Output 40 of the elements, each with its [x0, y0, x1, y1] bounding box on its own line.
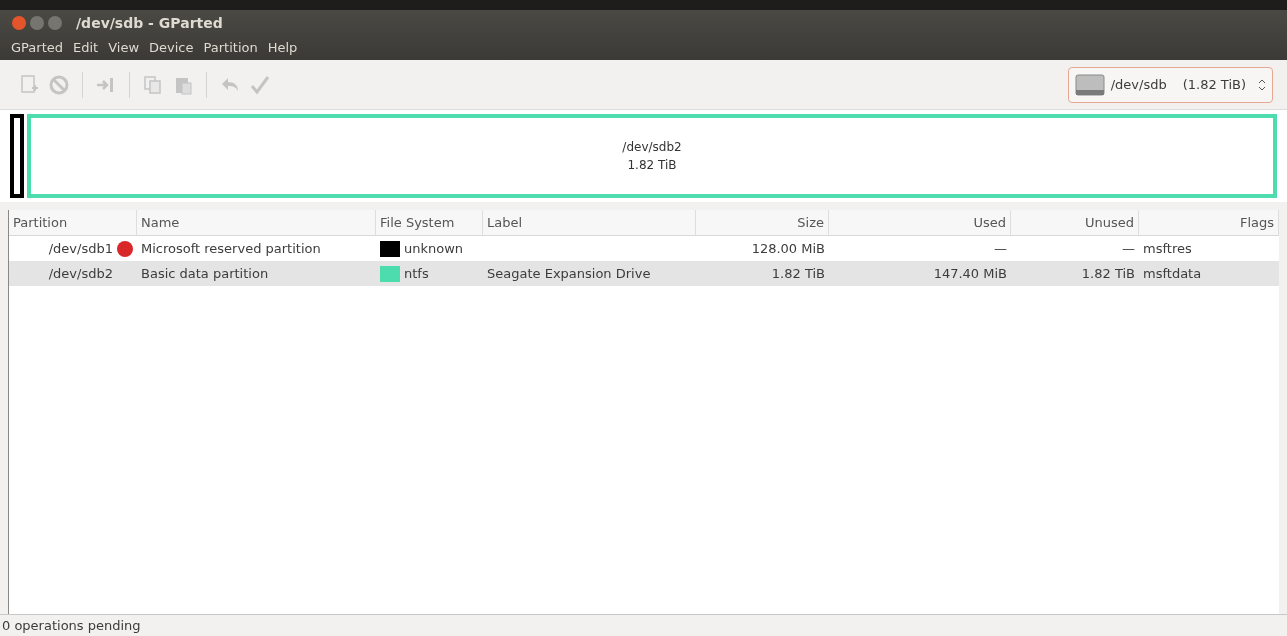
segment-partition: /dev/sdb2 [622, 139, 682, 156]
maximize-icon[interactable] [48, 16, 62, 30]
table-cell-text: /dev/sdb2 [48, 265, 113, 283]
window-title: /dev/sdb - GParted [76, 13, 223, 33]
close-icon[interactable] [12, 16, 26, 30]
table-cell-text: Seagate Expansion Drive [487, 265, 651, 283]
column-header[interactable]: Label [483, 210, 696, 235]
column-header[interactable]: Name [137, 210, 376, 235]
column-header[interactable]: Used [829, 210, 1011, 235]
table-cell-text: unknown [404, 240, 464, 258]
table-cell-text: — [1122, 240, 1135, 258]
menu-item[interactable]: GParted [6, 38, 68, 58]
table-cell-text: ntfs [404, 265, 429, 283]
table-cell-text: 147.40 MiB [933, 265, 1007, 283]
table-cell-text: msftres [1143, 240, 1192, 258]
table-cell-text: Microsoft reserved partition [141, 240, 321, 258]
column-header[interactable]: Partition [9, 210, 137, 235]
table-cell-text: Basic data partition [141, 265, 269, 283]
table-cell-text: 128.00 MiB [751, 240, 825, 258]
partition-row[interactable]: /dev/sdb2 Basic data partition ntfs Seagate Expansion Drive 1.82 TiB 147.40 MiB 1.82 TiB msftdata [9, 261, 1279, 286]
minimize-icon[interactable] [30, 16, 44, 30]
table-cell-text: 1.82 TiB [771, 265, 825, 283]
table-cell-text: /dev/sdb1 [48, 240, 113, 258]
column-header[interactable]: Flags [1139, 210, 1279, 235]
partition-segment[interactable]: /dev/sdb2 1.82 TiB [27, 114, 1277, 198]
menu-item[interactable]: View [103, 38, 145, 58]
device-selector[interactable]: /dev/sdb (1.82 TiB) [1067, 66, 1273, 103]
partition-segment[interactable] [10, 114, 24, 198]
column-header[interactable]: Unused [1011, 210, 1139, 235]
segment-size: 1.82 TiB [627, 157, 677, 174]
status-text: 0 operations pending [2, 618, 141, 633]
column-header[interactable]: File System [376, 210, 483, 235]
table-cell-text: 1.82 TiB [1081, 265, 1135, 283]
table-cell-text: — [994, 240, 1007, 258]
menu-item[interactable]: Device [144, 38, 199, 58]
menu-item[interactable]: Help [262, 38, 303, 58]
table-cell-text: msftdata [1143, 265, 1202, 283]
menu-item[interactable]: Partition [198, 38, 263, 58]
menu-item[interactable]: Edit [68, 38, 104, 58]
column-header[interactable]: Size [696, 210, 829, 235]
